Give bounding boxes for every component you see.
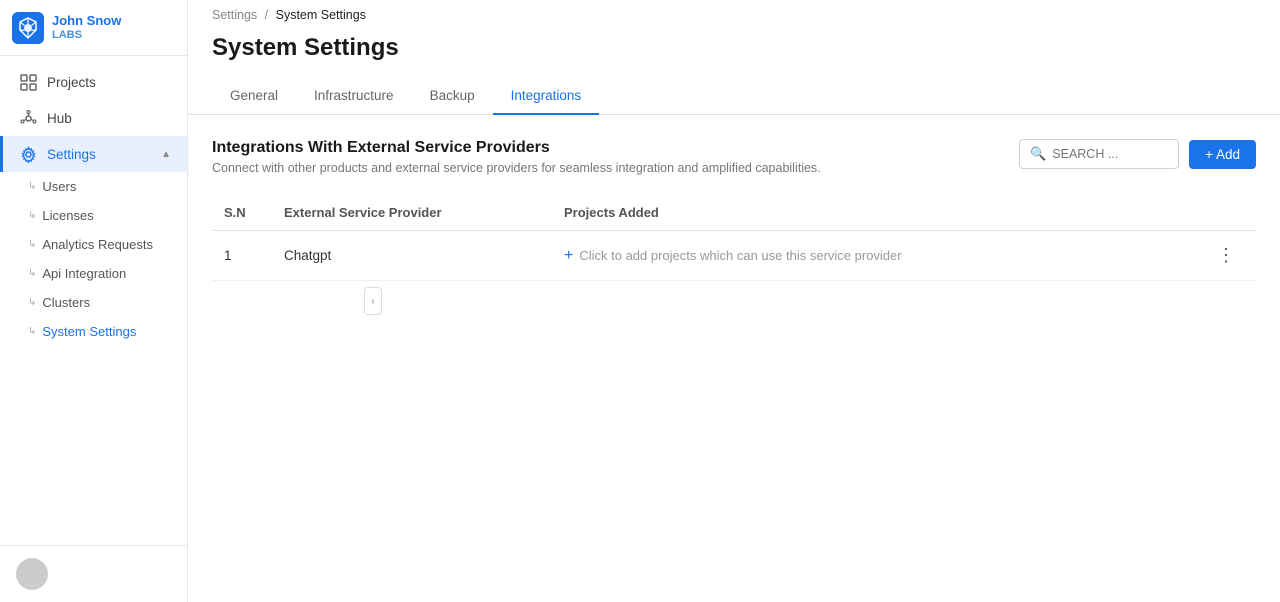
content-area: Integrations With External Service Provi… bbox=[188, 115, 1280, 602]
breadcrumb-current: System Settings bbox=[276, 8, 366, 22]
sidebar-item-analytics[interactable]: ↳ Analytics Requests bbox=[0, 230, 187, 259]
logo-name: John Snow bbox=[52, 14, 121, 28]
logo: John Snow LABS bbox=[0, 0, 187, 56]
analytics-label: Analytics Requests bbox=[42, 237, 153, 252]
sub-arrow-icon: ↳ bbox=[28, 268, 36, 279]
sidebar-item-system-settings[interactable]: ↳ System Settings bbox=[0, 317, 187, 346]
page-title: System Settings bbox=[212, 34, 1256, 62]
col-header-projects: Projects Added bbox=[552, 195, 1197, 231]
col-header-sn: S.N bbox=[212, 195, 272, 231]
gear-icon bbox=[19, 145, 37, 163]
search-input[interactable] bbox=[1052, 147, 1168, 161]
row-actions: ⋮ bbox=[1197, 231, 1256, 281]
chevron-up-icon: ▲ bbox=[161, 149, 171, 160]
system-settings-label: System Settings bbox=[42, 324, 136, 339]
tab-backup[interactable]: Backup bbox=[412, 78, 493, 115]
col-header-provider: External Service Provider bbox=[272, 195, 552, 231]
licenses-label: Licenses bbox=[42, 208, 93, 223]
sub-arrow-icon: ↳ bbox=[28, 326, 36, 337]
main-content: ‹ Settings / System Settings System Sett… bbox=[188, 0, 1280, 602]
table-row: 1 Chatgpt + Click to add projects which … bbox=[212, 231, 1256, 281]
row-projects: + Click to add projects which can use th… bbox=[552, 231, 1197, 281]
integrations-table: S.N External Service Provider Projects A… bbox=[212, 195, 1256, 281]
breadcrumb-separator: / bbox=[265, 8, 268, 22]
section-header: Integrations With External Service Provi… bbox=[212, 139, 1256, 175]
grid-icon bbox=[19, 73, 37, 91]
search-icon: 🔍 bbox=[1030, 146, 1046, 162]
search-box[interactable]: 🔍 bbox=[1019, 139, 1179, 169]
hub-label: Hub bbox=[47, 111, 72, 126]
section-title: Integrations With External Service Provi… bbox=[212, 139, 821, 157]
row-provider: Chatgpt bbox=[272, 231, 552, 281]
tab-integrations[interactable]: Integrations bbox=[493, 78, 600, 115]
sidebar-item-projects[interactable]: Projects bbox=[0, 64, 187, 100]
api-label: Api Integration bbox=[42, 266, 126, 281]
sidebar-navigation: Projects Hub bbox=[0, 56, 187, 545]
sidebar-item-licenses[interactable]: ↳ Licenses bbox=[0, 201, 187, 230]
settings-subnav: ↳ Users ↳ Licenses ↳ Analytics Requests … bbox=[0, 172, 187, 346]
sidebar: John Snow LABS Projects bbox=[0, 0, 188, 602]
section-subtitle: Connect with other products and external… bbox=[212, 161, 821, 175]
sidebar-item-api[interactable]: ↳ Api Integration bbox=[0, 259, 187, 288]
tabs-bar: General Infrastructure Backup Integratio… bbox=[188, 78, 1280, 115]
sidebar-item-settings[interactable]: Settings ▲ bbox=[0, 136, 187, 172]
hub-icon bbox=[19, 109, 37, 127]
add-project-plus-icon: + bbox=[564, 247, 573, 265]
avatar bbox=[16, 558, 48, 590]
section-actions: 🔍 + Add bbox=[1019, 139, 1256, 169]
tab-general[interactable]: General bbox=[212, 78, 296, 115]
add-project-text: Click to add projects which can use this… bbox=[579, 248, 901, 263]
logo-icon bbox=[12, 12, 44, 44]
user-avatar-area bbox=[0, 545, 187, 602]
page-header: System Settings bbox=[188, 30, 1280, 78]
logo-text: John Snow LABS bbox=[52, 14, 121, 40]
sub-arrow-icon: ↳ bbox=[28, 210, 36, 221]
sub-arrow-icon: ↳ bbox=[28, 181, 36, 192]
clusters-label: Clusters bbox=[42, 295, 90, 310]
row-sn: 1 bbox=[212, 231, 272, 281]
sidebar-collapse-button[interactable]: ‹ bbox=[364, 287, 382, 315]
breadcrumb: Settings / System Settings bbox=[188, 0, 1280, 30]
section-title-block: Integrations With External Service Provi… bbox=[212, 139, 821, 175]
breadcrumb-parent[interactable]: Settings bbox=[212, 8, 257, 22]
sidebar-item-users[interactable]: ↳ Users bbox=[0, 172, 187, 201]
projects-label: Projects bbox=[47, 75, 96, 90]
settings-label: Settings bbox=[47, 147, 96, 162]
table-body: 1 Chatgpt + Click to add projects which … bbox=[212, 231, 1256, 281]
users-label: Users bbox=[42, 179, 76, 194]
table-header: S.N External Service Provider Projects A… bbox=[212, 195, 1256, 231]
logo-labs: LABS bbox=[52, 29, 121, 41]
add-button[interactable]: + Add bbox=[1189, 140, 1256, 169]
row-menu-button[interactable]: ⋮ bbox=[1209, 241, 1244, 269]
sub-arrow-icon: ↳ bbox=[28, 239, 36, 250]
sidebar-item-clusters[interactable]: ↳ Clusters bbox=[0, 288, 187, 317]
tab-infrastructure[interactable]: Infrastructure bbox=[296, 78, 412, 115]
add-project-inline[interactable]: + Click to add projects which can use th… bbox=[564, 247, 1185, 265]
sub-arrow-icon: ↳ bbox=[28, 297, 36, 308]
sidebar-item-hub[interactable]: Hub bbox=[0, 100, 187, 136]
